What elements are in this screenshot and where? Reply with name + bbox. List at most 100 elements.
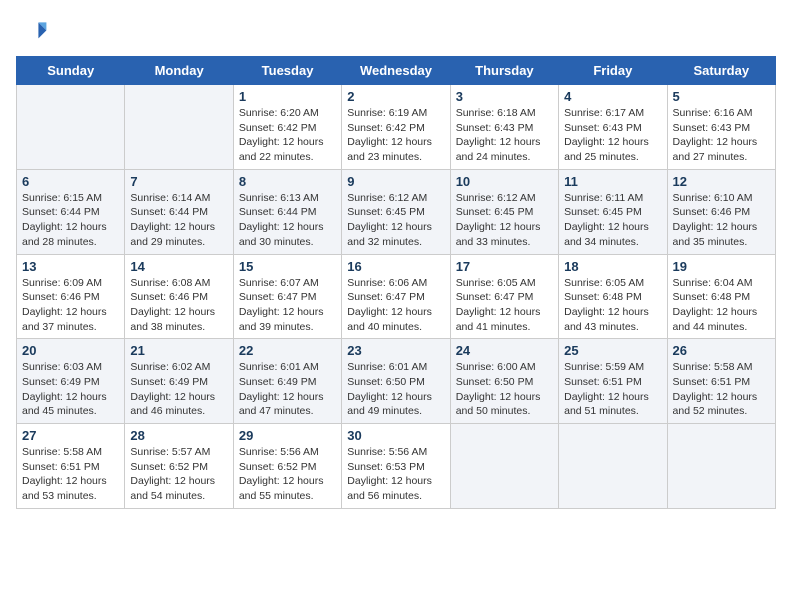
calendar-cell: 5Sunrise: 6:16 AMSunset: 6:43 PMDaylight…	[667, 85, 775, 170]
calendar-cell: 4 Sunrise: 6:17 AMSunset: 6:43 PMDaylight…	[559, 85, 667, 170]
day-info: Sunrise: 6:03 AMSunset: 6:49 PMDaylight:…	[22, 360, 119, 419]
day-info: Sunrise: 6:05 AMSunset: 6:47 PMDaylight:…	[456, 276, 553, 335]
day-number: 2	[347, 89, 444, 104]
calendar-cell: 7 Sunrise: 6:14 AMSunset: 6:44 PMDaylight…	[125, 169, 233, 254]
day-info: Sunrise: 6:06 AMSunset: 6:47 PMDaylight:…	[347, 276, 444, 335]
day-number: 26	[673, 343, 770, 358]
day-info: Sunrise: 6:11 AMSunset: 6:45 PMDaylight:…	[564, 191, 661, 250]
day-number: 11	[564, 174, 661, 189]
day-number: 27	[22, 428, 119, 443]
day-number: 21	[130, 343, 227, 358]
calendar-cell: 20 Sunrise: 6:03 AMSunset: 6:49 PMDayligh…	[17, 339, 125, 424]
day-info: Sunrise: 5:57 AMSunset: 6:52 PMDaylight:…	[130, 445, 227, 504]
day-info: Sunrise: 6:12 AMSunset: 6:45 PMDaylight:…	[347, 191, 444, 250]
calendar-cell: 28 Sunrise: 5:57 AMSunset: 6:52 PMDayligh…	[125, 424, 233, 509]
calendar-cell	[667, 424, 775, 509]
day-header-sunday: Sunday	[17, 57, 125, 85]
calendar-week-row: 1 Sunrise: 6:20 AMSunset: 6:42 PMDaylight…	[17, 85, 776, 170]
day-header-friday: Friday	[559, 57, 667, 85]
day-number: 17	[456, 259, 553, 274]
day-number: 6	[22, 174, 119, 189]
day-number: 7	[130, 174, 227, 189]
day-info: Sunrise: 5:56 AMSunset: 6:52 PMDaylight:…	[239, 445, 336, 504]
calendar-cell: 1 Sunrise: 6:20 AMSunset: 6:42 PMDaylight…	[233, 85, 341, 170]
calendar-cell: 15 Sunrise: 6:07 AMSunset: 6:47 PMDayligh…	[233, 254, 341, 339]
day-number: 16	[347, 259, 444, 274]
day-number: 30	[347, 428, 444, 443]
day-number: 15	[239, 259, 336, 274]
day-number: 22	[239, 343, 336, 358]
calendar-cell: 22 Sunrise: 6:01 AMSunset: 6:49 PMDayligh…	[233, 339, 341, 424]
logo-icon	[16, 16, 48, 48]
calendar-cell: 14 Sunrise: 6:08 AMSunset: 6:46 PMDayligh…	[125, 254, 233, 339]
calendar-table: SundayMondayTuesdayWednesdayThursdayFrid…	[16, 56, 776, 509]
day-number: 25	[564, 343, 661, 358]
day-info: Sunrise: 6:17 AMSunset: 6:43 PMDaylight:…	[564, 106, 661, 165]
day-info: Sunrise: 6:05 AMSunset: 6:48 PMDaylight:…	[564, 276, 661, 335]
day-info: Sunrise: 5:58 AMSunset: 6:51 PMDaylight:…	[673, 360, 770, 419]
calendar-cell: 8 Sunrise: 6:13 AMSunset: 6:44 PMDaylight…	[233, 169, 341, 254]
day-number: 23	[347, 343, 444, 358]
day-number: 4	[564, 89, 661, 104]
day-info: Sunrise: 6:00 AMSunset: 6:50 PMDaylight:…	[456, 360, 553, 419]
day-info: Sunrise: 6:01 AMSunset: 6:50 PMDaylight:…	[347, 360, 444, 419]
day-number: 3	[456, 89, 553, 104]
calendar-cell	[125, 85, 233, 170]
calendar-cell: 19 Sunrise: 6:04 AMSunset: 6:48 PMDayligh…	[667, 254, 775, 339]
calendar-cell: 25Sunrise: 5:59 AMSunset: 6:51 PMDayligh…	[559, 339, 667, 424]
calendar-cell: 29 Sunrise: 5:56 AMSunset: 6:52 PMDayligh…	[233, 424, 341, 509]
day-info: Sunrise: 6:08 AMSunset: 6:46 PMDaylight:…	[130, 276, 227, 335]
day-info: Sunrise: 6:12 AMSunset: 6:45 PMDaylight:…	[456, 191, 553, 250]
calendar-cell: 24 Sunrise: 6:00 AMSunset: 6:50 PMDayligh…	[450, 339, 558, 424]
calendar-cell: 3 Sunrise: 6:18 AMSunset: 6:43 PMDaylight…	[450, 85, 558, 170]
day-info: Sunrise: 6:07 AMSunset: 6:47 PMDaylight:…	[239, 276, 336, 335]
day-info: Sunrise: 5:58 AMSunset: 6:51 PMDaylight:…	[22, 445, 119, 504]
day-info: Sunrise: 6:18 AMSunset: 6:43 PMDaylight:…	[456, 106, 553, 165]
day-number: 24	[456, 343, 553, 358]
day-number: 10	[456, 174, 553, 189]
day-number: 1	[239, 89, 336, 104]
day-info: Sunrise: 6:13 AMSunset: 6:44 PMDaylight:…	[239, 191, 336, 250]
day-number: 8	[239, 174, 336, 189]
calendar-cell: 30Sunrise: 5:56 AMSunset: 6:53 PMDayligh…	[342, 424, 450, 509]
calendar-cell	[17, 85, 125, 170]
day-info: Sunrise: 6:01 AMSunset: 6:49 PMDaylight:…	[239, 360, 336, 419]
calendar-cell: 2 Sunrise: 6:19 AMSunset: 6:42 PMDaylight…	[342, 85, 450, 170]
calendar-cell: 17 Sunrise: 6:05 AMSunset: 6:47 PMDayligh…	[450, 254, 558, 339]
calendar-week-row: 13 Sunrise: 6:09 AMSunset: 6:46 PMDayligh…	[17, 254, 776, 339]
calendar-cell: 12 Sunrise: 6:10 AMSunset: 6:46 PMDayligh…	[667, 169, 775, 254]
day-number: 13	[22, 259, 119, 274]
calendar-cell: 10 Sunrise: 6:12 AMSunset: 6:45 PMDayligh…	[450, 169, 558, 254]
calendar-cell: 11 Sunrise: 6:11 AMSunset: 6:45 PMDayligh…	[559, 169, 667, 254]
day-number: 14	[130, 259, 227, 274]
day-header-tuesday: Tuesday	[233, 57, 341, 85]
day-header-monday: Monday	[125, 57, 233, 85]
day-header-thursday: Thursday	[450, 57, 558, 85]
calendar-cell	[559, 424, 667, 509]
calendar-cell: 27 Sunrise: 5:58 AMSunset: 6:51 PMDayligh…	[17, 424, 125, 509]
calendar-cell: 6Sunrise: 6:15 AMSunset: 6:44 PMDaylight…	[17, 169, 125, 254]
day-info: Sunrise: 6:02 AMSunset: 6:49 PMDaylight:…	[130, 360, 227, 419]
day-info: Sunrise: 6:10 AMSunset: 6:46 PMDaylight:…	[673, 191, 770, 250]
day-number: 12	[673, 174, 770, 189]
day-number: 18	[564, 259, 661, 274]
day-number: 19	[673, 259, 770, 274]
calendar-cell: 18 Sunrise: 6:05 AMSunset: 6:48 PMDayligh…	[559, 254, 667, 339]
day-info: Sunrise: 6:09 AMSunset: 6:46 PMDaylight:…	[22, 276, 119, 335]
day-number: 28	[130, 428, 227, 443]
day-info: Sunrise: 6:20 AMSunset: 6:42 PMDaylight:…	[239, 106, 336, 165]
calendar-header-row: SundayMondayTuesdayWednesdayThursdayFrid…	[17, 57, 776, 85]
calendar-week-row: 20 Sunrise: 6:03 AMSunset: 6:49 PMDayligh…	[17, 339, 776, 424]
day-number: 20	[22, 343, 119, 358]
calendar-cell: 21 Sunrise: 6:02 AMSunset: 6:49 PMDayligh…	[125, 339, 233, 424]
day-header-wednesday: Wednesday	[342, 57, 450, 85]
day-info: Sunrise: 6:04 AMSunset: 6:48 PMDaylight:…	[673, 276, 770, 335]
day-info: Sunrise: 6:19 AMSunset: 6:42 PMDaylight:…	[347, 106, 444, 165]
calendar-cell: 9Sunrise: 6:12 AMSunset: 6:45 PMDaylight…	[342, 169, 450, 254]
calendar-week-row: 27 Sunrise: 5:58 AMSunset: 6:51 PMDayligh…	[17, 424, 776, 509]
day-info: Sunrise: 6:16 AMSunset: 6:43 PMDaylight:…	[673, 106, 770, 165]
calendar-cell: 23 Sunrise: 6:01 AMSunset: 6:50 PMDayligh…	[342, 339, 450, 424]
calendar-cell: 26 Sunrise: 5:58 AMSunset: 6:51 PMDayligh…	[667, 339, 775, 424]
day-number: 29	[239, 428, 336, 443]
day-info: Sunrise: 6:14 AMSunset: 6:44 PMDaylight:…	[130, 191, 227, 250]
